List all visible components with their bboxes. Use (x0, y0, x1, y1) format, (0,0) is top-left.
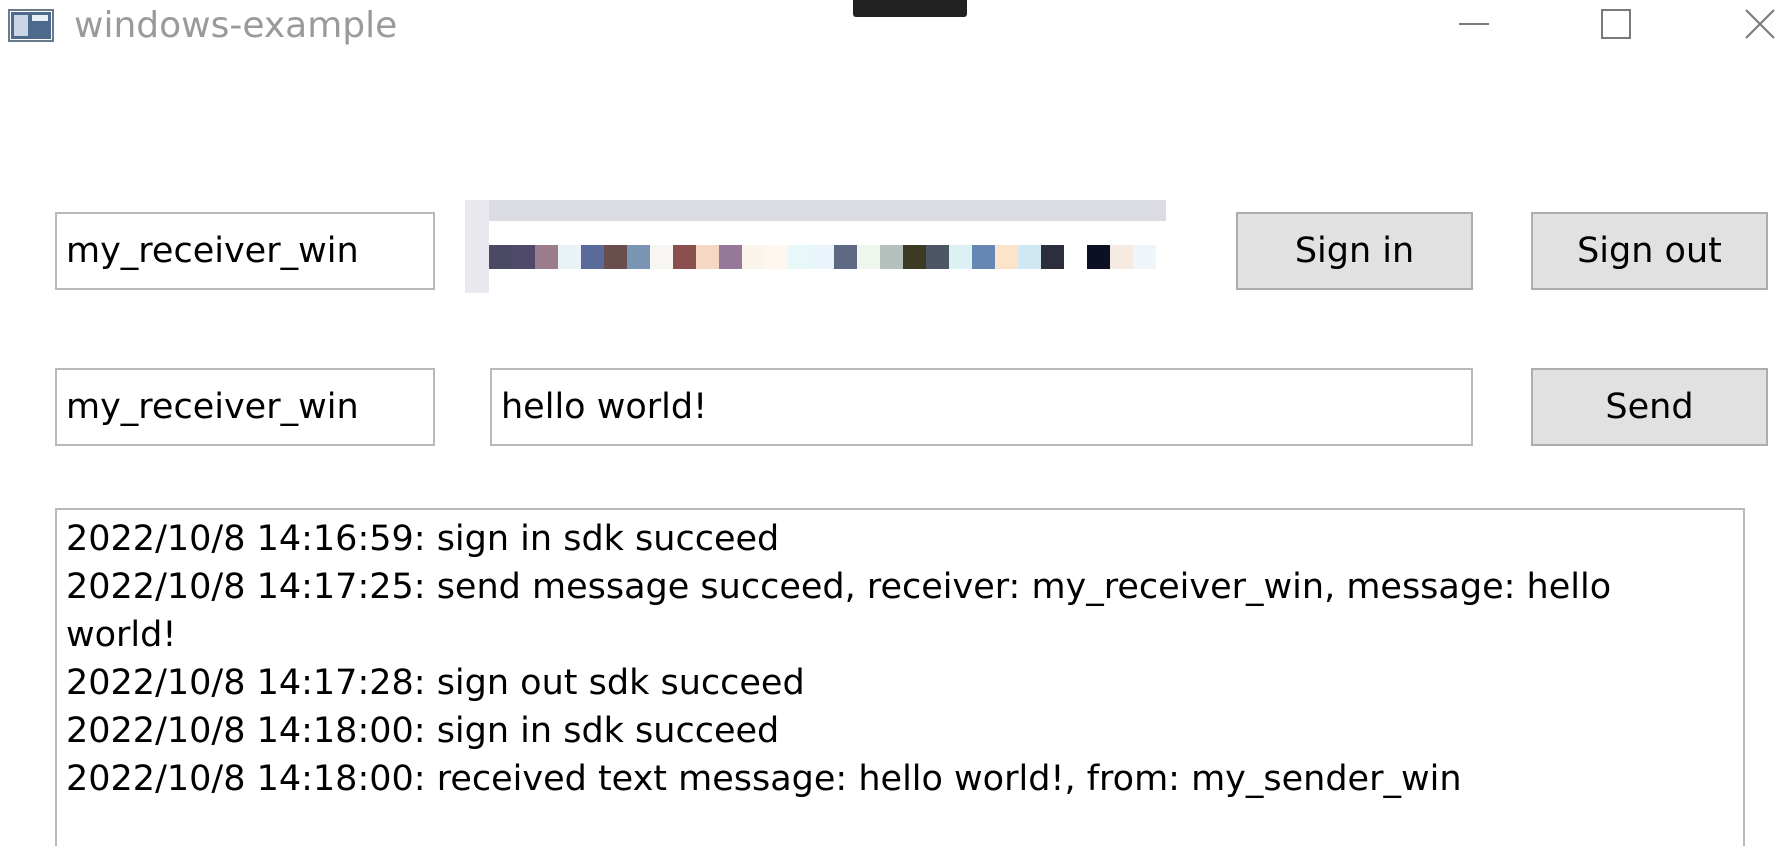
minimize-button[interactable] (1434, 0, 1514, 52)
window-title: windows-example (74, 5, 398, 46)
minimize-icon (1459, 23, 1489, 25)
log-line: 2022/10/8 14:18:00: received text messag… (66, 759, 1462, 799)
send-button[interactable]: Send (1531, 368, 1768, 446)
sign-in-button[interactable]: Sign in (1236, 212, 1473, 290)
log-line: 2022/10/8 14:17:25: send message succeed… (66, 567, 1612, 607)
user-id-input[interactable]: my_receiver_win (55, 212, 435, 290)
drag-handle[interactable] (853, 0, 967, 17)
sign-out-button[interactable]: Sign out (1531, 212, 1768, 290)
log-output[interactable]: 2022/10/8 14:16:59: sign in sdk succeed … (55, 508, 1745, 846)
title-bar: windows-example (0, 0, 1779, 56)
log-line: world! (66, 615, 177, 655)
close-button[interactable] (1720, 0, 1779, 52)
close-icon (1745, 9, 1775, 39)
receiver-value: my_receiver_win (66, 386, 359, 427)
message-input[interactable]: hello world! (490, 368, 1473, 446)
maximize-button[interactable] (1576, 0, 1656, 52)
log-line: 2022/10/8 14:17:28: sign out sdk succeed (66, 663, 805, 703)
log-line: 2022/10/8 14:16:59: sign in sdk succeed (66, 519, 780, 559)
log-line: 2022/10/8 14:18:00: sign in sdk succeed (66, 711, 780, 751)
user-id-value: my_receiver_win (66, 230, 359, 271)
message-value: hello world! (501, 386, 708, 427)
app-window-icon (8, 9, 54, 42)
maximize-icon (1601, 9, 1631, 39)
receiver-input[interactable]: my_receiver_win (55, 368, 435, 446)
token-input-redacted[interactable] (465, 200, 1225, 293)
